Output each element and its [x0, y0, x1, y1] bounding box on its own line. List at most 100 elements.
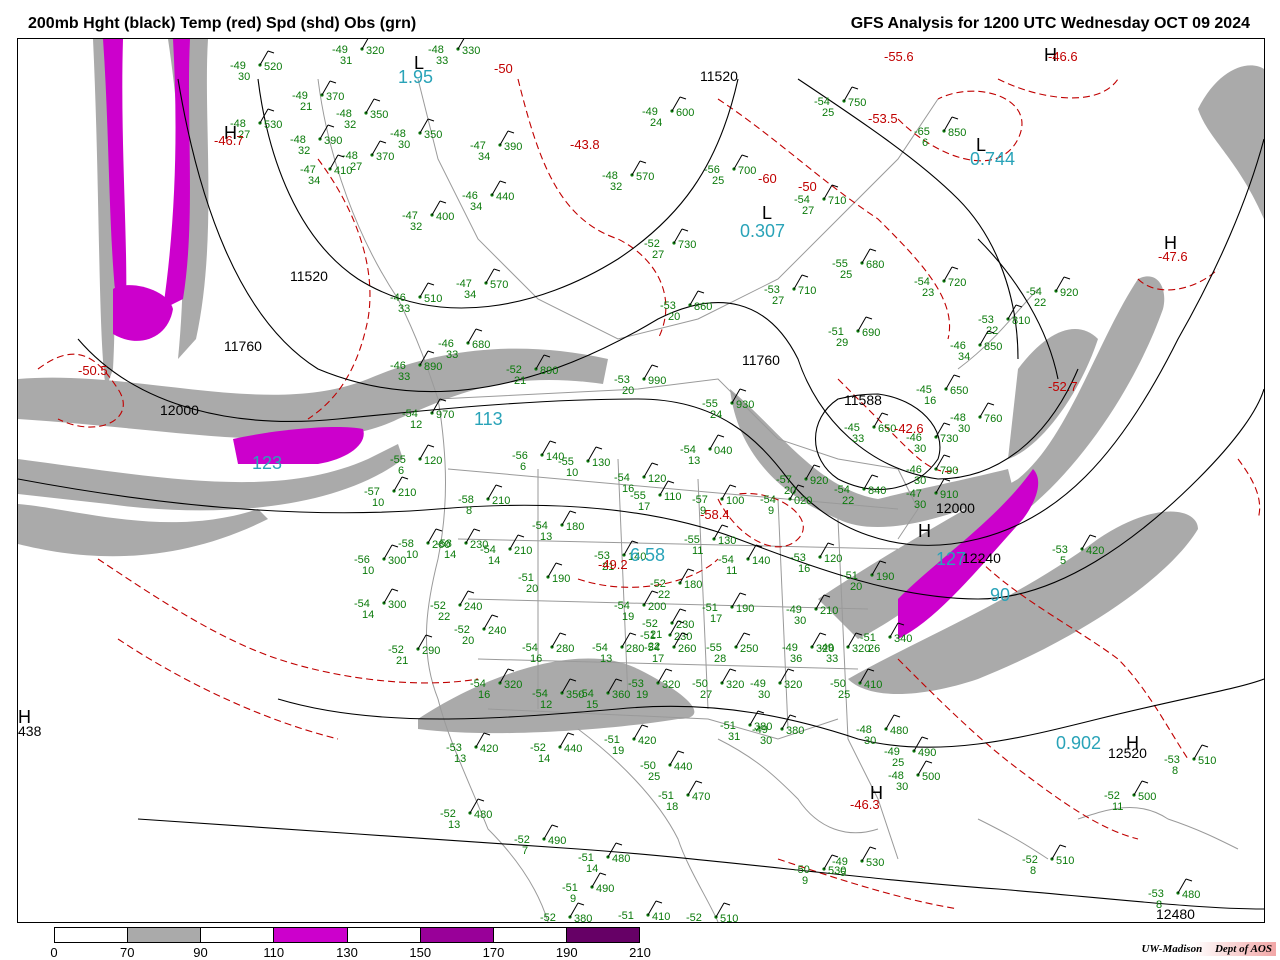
pressure-center-letter: H — [918, 521, 931, 541]
wind-barb-feather — [427, 444, 435, 448]
obs-height: 120 — [424, 455, 442, 467]
station-observation: -53 81022 — [978, 304, 1030, 337]
obs-height: 140 — [752, 555, 770, 567]
wind-barb-feather — [729, 484, 737, 488]
station-observation: -49 32031 — [332, 39, 384, 67]
temperature-value-label: -55.6 — [884, 49, 914, 64]
station-observation: -56 70025 — [704, 154, 756, 187]
speed-shade-70-90 — [18, 504, 268, 557]
obs-height: 500 — [1138, 791, 1156, 803]
obs-dewpoint-depression: 27 — [652, 249, 664, 261]
obs-height: 320 — [726, 679, 744, 691]
wind-barb-feather — [491, 614, 499, 618]
colorbar-tick-label: 150 — [409, 945, 432, 960]
wind-barb-feather — [577, 902, 585, 906]
height-contour — [137, 818, 1264, 910]
obs-dewpoint-depression: 32 — [344, 119, 356, 131]
chart-title: 200mb Hght (black) Temp (red) Spd (shd) … — [28, 15, 417, 32]
obs-dewpoint-depression: 17 — [652, 653, 664, 665]
obs-temperature: -52 — [540, 912, 556, 922]
station-observation: -52 50011 — [1104, 780, 1156, 813]
obs-height: 320 — [852, 643, 870, 655]
obs-height: 510 — [720, 913, 738, 922]
obs-height: 330 — [462, 45, 480, 57]
speed-max-label: 1.95 — [398, 67, 433, 87]
temperature-value-label: -46.7 — [214, 133, 244, 148]
wind-barb-feather — [379, 140, 387, 144]
border-line — [717, 738, 879, 834]
obs-height: 510 — [1056, 855, 1074, 867]
obs-height: 480 — [474, 809, 492, 821]
obs-height: 480 — [612, 853, 630, 865]
obs-dewpoint-depression: 30 — [914, 475, 926, 487]
obs-dewpoint-depression: 32 — [298, 145, 310, 157]
obs-height: 510 — [424, 293, 442, 305]
colorbar-tick-label: 110 — [263, 945, 285, 960]
obs-dewpoint-depression: 30 — [914, 443, 926, 455]
wind-barb-feather — [1185, 878, 1193, 882]
colorbar-segment — [347, 928, 421, 942]
obs-dewpoint-depression: 10 — [372, 497, 384, 509]
obs-height: 130 — [718, 535, 736, 547]
wind-barb-feather — [473, 528, 481, 532]
station-observation: -47 40032 — [402, 200, 454, 233]
obs-height: 850 — [984, 341, 1002, 353]
obs-dewpoint-depression: 20 — [622, 385, 634, 397]
station-observation: -53 5108 — [1164, 744, 1216, 777]
obs-dewpoint-depression: 15 — [586, 699, 598, 711]
station-observation: -52 48013 — [440, 798, 492, 831]
wind-barb-feather — [493, 268, 501, 272]
station-observation: -48 57032 — [602, 160, 654, 193]
wind-barb-feather — [869, 846, 877, 850]
station-observation: -52 24020 — [454, 614, 506, 647]
station-observation: -52 4907 — [514, 824, 566, 857]
obs-dewpoint-depression: 34 — [470, 201, 482, 213]
obs-dewpoint-depression: 33 — [852, 433, 864, 445]
wind-barb-feather — [569, 510, 577, 514]
obs-dewpoint-depression: 34 — [308, 175, 320, 187]
obs-dewpoint-depression: 8 — [1030, 865, 1036, 877]
station-observation: -55 25028 — [706, 632, 758, 665]
obs-dewpoint-depression: 10 — [566, 467, 578, 479]
station-observation: -45 65033 — [844, 412, 896, 445]
station-observation: -54 14011 — [718, 544, 770, 577]
obs-dewpoint-depression: 31 — [340, 55, 352, 67]
obs-dewpoint-depression: 6 — [922, 137, 928, 149]
obs-dewpoint-depression: 34 — [958, 351, 970, 363]
wind-barb-feather — [427, 282, 435, 286]
obs-height: 680 — [472, 339, 490, 351]
obs-dewpoint-depression: 30 — [794, 615, 806, 627]
border-line — [317, 78, 549, 922]
obs-height: 210 — [514, 545, 532, 557]
station-observation: -54 18013 — [532, 510, 584, 543]
obs-height: 970 — [436, 409, 454, 421]
obs-dewpoint-depression: 30 — [896, 781, 908, 793]
wind-barb-feather — [551, 824, 559, 828]
station-observation: -48 39032 — [290, 124, 342, 157]
obs-height: 130 — [592, 457, 610, 469]
wind-barb-feather — [567, 732, 575, 736]
obs-dewpoint-depression: 9 — [570, 893, 576, 905]
obs-height: 180 — [566, 521, 584, 533]
obs-height: 570 — [490, 279, 508, 291]
obs-dewpoint-depression: 14 — [538, 753, 550, 765]
station-observation: -51 19017 — [702, 592, 754, 625]
height-contour-label: 11760 — [224, 338, 262, 354]
colorbar-tick-label: 70 — [120, 945, 135, 960]
colorbar-tick-label: 190 — [555, 945, 578, 960]
obs-height: 380 — [786, 725, 804, 737]
wind-barb-feather — [801, 274, 809, 278]
station-observation: -56 1406 — [512, 440, 564, 473]
station-observation: -52 5108 — [1022, 844, 1074, 877]
obs-height: 890 — [540, 365, 558, 377]
speed-shade-70-90 — [418, 658, 695, 734]
wind-barb-feather — [717, 434, 725, 438]
wind-barb-feather — [729, 668, 737, 672]
station-observation: -54 04013 — [680, 434, 732, 467]
wind-barb-feather — [813, 464, 821, 468]
wind-barb-feather — [987, 402, 995, 406]
obs-height: 300 — [388, 599, 406, 611]
obs-height: 420 — [1086, 545, 1104, 557]
station-observation: -48 48030 — [856, 714, 908, 747]
height-contour-label: 12000 — [160, 402, 199, 418]
